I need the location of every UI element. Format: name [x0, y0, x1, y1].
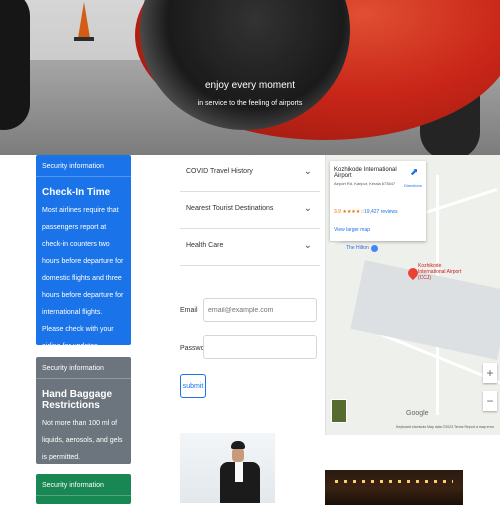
chevron-down-icon: ⌄ [303, 166, 312, 177]
accordion-item-tourist[interactable]: Nearest Tourist Destinations ⌄ [180, 192, 320, 229]
map-place-card: Kozhikode International Airport Airport … [330, 161, 426, 241]
security-card-check-in: Security information Check-In Time Most … [36, 155, 131, 345]
street-view-thumbnail[interactable] [331, 399, 347, 423]
card-title: Check-In Time [42, 187, 111, 198]
terminal-lights [335, 480, 453, 483]
security-card-hand-baggage: Security information Hand Baggage Restri… [36, 357, 131, 464]
email-label: Email [180, 307, 198, 314]
view-larger-map-link[interactable]: View larger map [334, 227, 370, 233]
pilot-face [232, 448, 244, 462]
airport-map[interactable]: Kozhikode International Airport Airport … [325, 155, 500, 435]
map-footer: Keyboard shortcuts Map data ©2023 Terms … [396, 425, 495, 429]
map-reviews-link[interactable]: 19,427 reviews [364, 209, 398, 215]
accordion-item-covid[interactable]: COVID Travel History ⌄ [180, 155, 320, 192]
card-text: Not more than 100 ml of liquids, aerosol… [42, 420, 123, 461]
hero-overlay [0, 0, 500, 155]
email-field[interactable] [203, 298, 317, 322]
card-header: Security information [36, 155, 131, 177]
submit-button[interactable]: submit [180, 374, 206, 398]
directions-icon[interactable]: ⬈ [410, 167, 418, 178]
map-poi-label: The Hilton [346, 245, 369, 251]
card-text: Most airlines require that passengers re… [42, 207, 124, 345]
pilot-photo [180, 433, 275, 503]
map-place-name: Kozhikode International Airport [334, 167, 397, 179]
card-header: Security information [36, 474, 131, 496]
map-place-rating: 3.9 ★★★★☆ [334, 209, 365, 215]
pilot-shirt [235, 462, 243, 482]
password-field[interactable] [203, 335, 317, 359]
hero-subline: in service to the feeling of airports [197, 100, 303, 107]
map-pin-label: Kozhikode International Airport (CCJ) [418, 263, 462, 281]
info-accordion: COVID Travel History ⌄ Nearest Tourist D… [180, 155, 320, 266]
accordion-label: Nearest Tourist Destinations [186, 205, 274, 212]
hero-headline: enjoy every moment [204, 80, 296, 91]
card-title: Hand Baggage Restrictions [42, 389, 113, 411]
google-logo: Google [406, 410, 429, 417]
map-directions-link[interactable]: Directions [404, 183, 422, 188]
zoom-out-button[interactable]: − [483, 391, 497, 411]
accordion-label: COVID Travel History [186, 168, 253, 175]
accordion-item-health[interactable]: Health Care ⌄ [180, 229, 320, 266]
hotel-poi-icon[interactable] [371, 245, 378, 252]
chevron-down-icon: ⌄ [303, 240, 312, 251]
zoom-in-button[interactable]: + [483, 363, 497, 383]
accordion-label: Health Care [186, 242, 224, 249]
pilot-cap [231, 441, 245, 449]
hero-banner: enjoy every moment in service to the fee… [0, 0, 500, 155]
chevron-down-icon: ⌄ [303, 203, 312, 214]
card-header: Security information [36, 357, 131, 379]
map-place-address: Airport Rd, Karipur, Kerala 673647 [334, 181, 396, 186]
